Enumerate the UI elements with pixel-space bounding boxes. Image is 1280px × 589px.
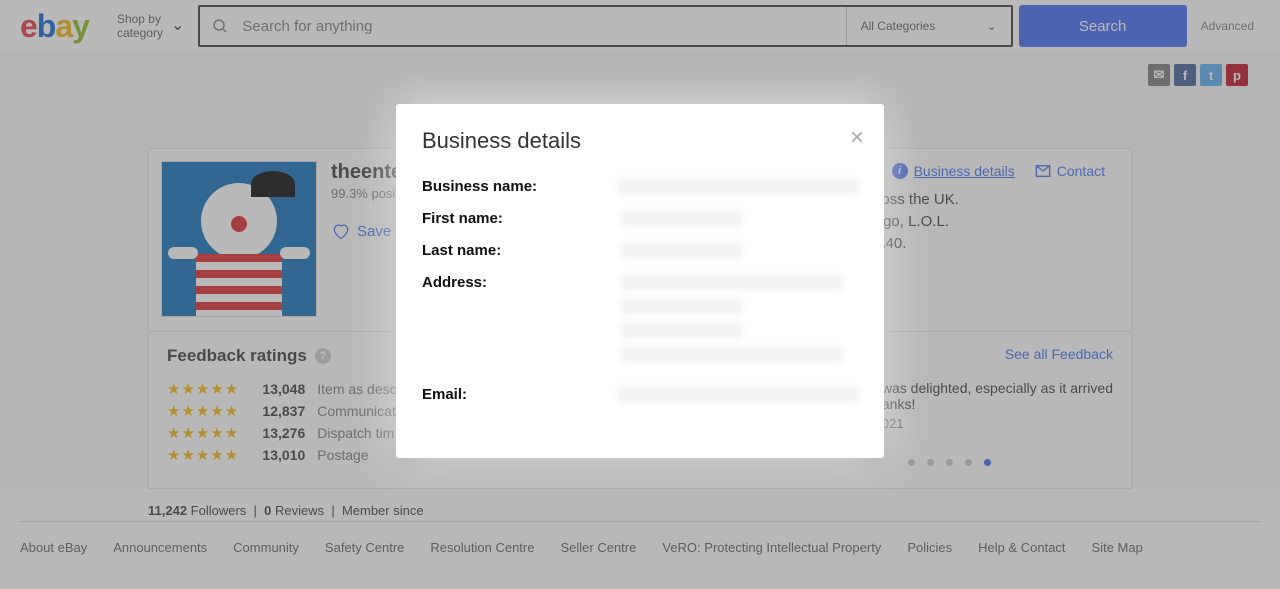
- redacted-value: [618, 386, 858, 402]
- redacted-value: [618, 178, 858, 194]
- redacted-value: [622, 210, 742, 226]
- business-details-modal: × Business details Business name: First …: [396, 104, 884, 458]
- modal-title: Business details: [422, 128, 858, 154]
- modal-scrim[interactable]: × Business details Business name: First …: [0, 0, 1280, 589]
- close-icon[interactable]: ×: [850, 126, 864, 150]
- redacted-value: [622, 274, 842, 290]
- modal-row-address: Address:: [422, 274, 858, 374]
- modal-row-first: First name:: [422, 210, 858, 230]
- modal-row-last: Last name:: [422, 242, 858, 262]
- modal-row-business: Business name:: [422, 178, 858, 198]
- modal-row-email: Email:: [422, 386, 858, 406]
- redacted-value: [622, 298, 742, 314]
- redacted-value: [622, 346, 842, 362]
- redacted-value: [622, 242, 742, 258]
- redacted-value: [622, 322, 742, 338]
